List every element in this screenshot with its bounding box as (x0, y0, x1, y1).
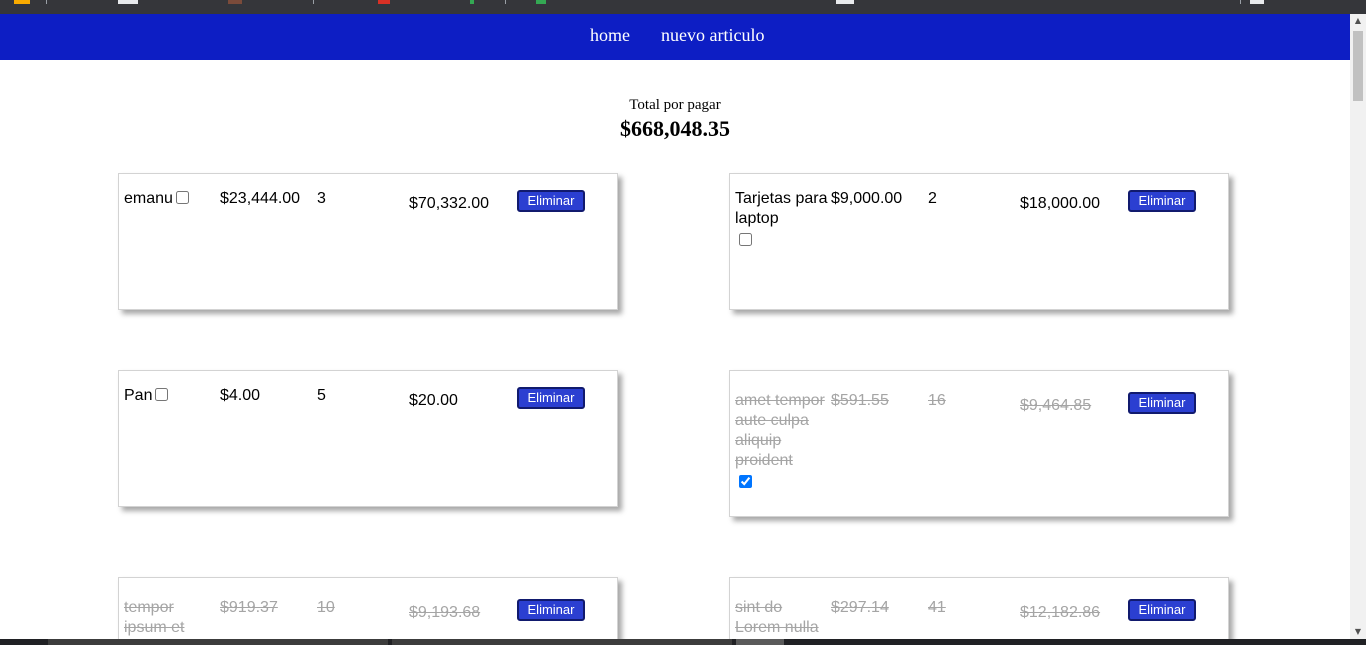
delete-button[interactable]: Eliminar (517, 190, 585, 212)
page-scrollbar[interactable]: ▲ ▼ (1350, 14, 1366, 639)
total-amount: $668,048.35 (620, 116, 730, 141)
item-price: $4.00 (220, 387, 261, 404)
item-subtotal: $20.00 (409, 392, 458, 409)
taskbar-item[interactable] (736, 639, 784, 645)
taskbar-item[interactable] (48, 639, 388, 645)
taskbar-item[interactable] (392, 639, 732, 645)
delete-button[interactable]: Eliminar (1128, 599, 1196, 621)
item-quantity: 16 (928, 392, 946, 409)
item-name-text: tempor ipsum et (124, 599, 185, 636)
browser-bookmarks-strip (0, 0, 1366, 14)
bookmark-separator (46, 0, 47, 4)
item-name-text: Pan (124, 387, 153, 404)
item-name-text: Tarjetas para laptop (735, 190, 828, 227)
item-subtotal: $70,332.00 (409, 195, 490, 212)
item-done-checkbox[interactable] (739, 233, 752, 246)
item-quantity: 10 (317, 599, 335, 616)
item-name-text: sint do Lorem nulla (735, 599, 819, 636)
bookmark-favicon[interactable] (378, 0, 390, 4)
item-card: Tarjetas para laptop $9,000.00 2 $18,000… (729, 173, 1229, 310)
item-price: $297.14 (831, 599, 889, 616)
item-card: Pan $4.00 5 $20.00 Eliminar (118, 370, 618, 507)
bookmark-favicon[interactable] (470, 0, 474, 4)
total-label: Total por pagar (629, 97, 721, 113)
nav-new-item-link[interactable]: nuevo articulo (661, 25, 764, 45)
item-quantity: 41 (928, 599, 946, 616)
item-card: amet tempor aute culpa aliquip proident … (729, 370, 1229, 517)
item-name: sint do Lorem nulla (735, 598, 830, 638)
item-subtotal: $9,464.85 (1020, 397, 1092, 414)
bookmark-separator (505, 0, 506, 4)
bookmark-separator (1240, 0, 1241, 4)
item-card: tempor ipsum et $919.37 10 $9,193.68 Eli… (118, 577, 618, 645)
item-name: tempor ipsum et (124, 598, 219, 638)
reading-list-icon[interactable] (1250, 0, 1264, 4)
scrollbar-thumb[interactable] (1353, 31, 1363, 101)
item-subtotal: $12,182.86 (1020, 604, 1101, 621)
item-price: $9,000.00 (831, 190, 903, 207)
item-quantity: 5 (317, 387, 326, 404)
item-quantity: 3 (317, 190, 326, 207)
item-name: Pan (124, 386, 219, 406)
bookmark-favicon[interactable] (836, 0, 854, 4)
os-taskbar (0, 639, 1366, 645)
item-card: emanu $23,444.00 3 $70,332.00 Eliminar (118, 173, 618, 310)
bookmark-favicon[interactable] (228, 0, 242, 4)
bookmark-favicon[interactable] (536, 0, 546, 4)
item-subtotal: $18,000.00 (1020, 195, 1101, 212)
item-name: amet tempor aute culpa aliquip proident (735, 391, 830, 493)
item-subtotal: $9,193.68 (409, 604, 481, 621)
item-done-checkbox[interactable] (175, 191, 189, 204)
nav-home-link[interactable]: home (590, 25, 630, 45)
item-name-text: amet tempor aute culpa aliquip proident (735, 392, 825, 469)
bookmark-separator (313, 0, 314, 4)
navbar: home nuevo articulo (0, 14, 1350, 60)
delete-button[interactable]: Eliminar (517, 387, 585, 409)
delete-button[interactable]: Eliminar (1128, 190, 1196, 212)
item-name: Tarjetas para laptop (735, 189, 830, 251)
item-price: $23,444.00 (220, 190, 301, 207)
bookmark-favicon[interactable] (118, 0, 138, 4)
item-price: $591.55 (831, 392, 889, 409)
item-done-checkbox[interactable] (739, 475, 752, 488)
delete-button[interactable]: Eliminar (517, 599, 585, 621)
item-name-text: emanu (124, 190, 173, 207)
item-price: $919.37 (220, 599, 278, 616)
scroll-down-arrow-icon[interactable]: ▼ (1350, 625, 1366, 639)
delete-button[interactable]: Eliminar (1128, 392, 1196, 414)
item-name: emanu (124, 189, 219, 209)
item-card: sint do Lorem nulla $297.14 41 $12,182.8… (729, 577, 1229, 645)
item-quantity: 2 (928, 190, 937, 207)
item-done-checkbox[interactable] (155, 388, 169, 401)
apps-icon[interactable] (14, 0, 30, 4)
scroll-up-arrow-icon[interactable]: ▲ (1350, 14, 1366, 28)
